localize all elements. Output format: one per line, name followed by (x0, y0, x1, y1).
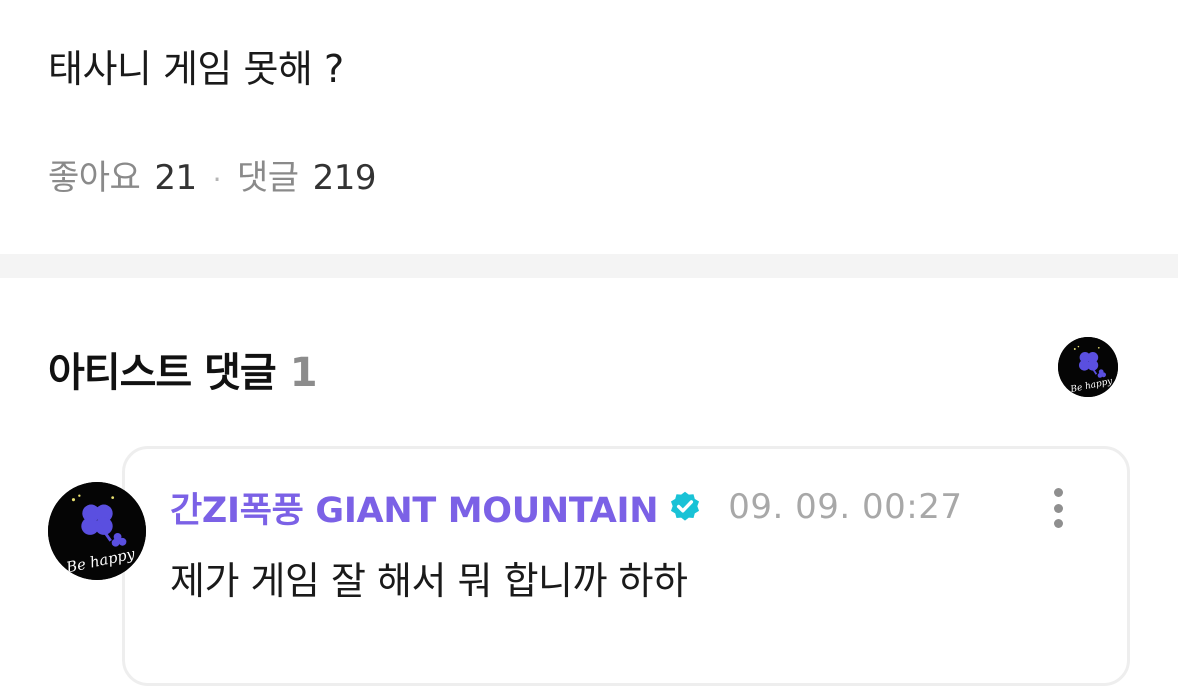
comment-date: 09. 09. 00:27 (728, 487, 963, 527)
section-divider (0, 254, 1178, 278)
artist-comments-header: 아티스트 댓글 1 (48, 340, 318, 398)
comment-text: 제가 게임 잘 해서 뭐 합니까 하하 (170, 559, 688, 603)
more-dot (1053, 503, 1063, 513)
stats-separator: · (212, 163, 222, 196)
verified-badge-icon (671, 491, 700, 521)
comments-count[interactable]: 219 (313, 158, 377, 198)
likes-label[interactable]: 좋아요 (48, 150, 141, 199)
likes-count[interactable]: 21 (154, 158, 197, 198)
artist-comments-title: 아티스트 댓글 (48, 350, 277, 396)
comment-header: 간ZI폭풍 GIANT MOUNTAIN 09. 09. 00:27 (170, 482, 963, 533)
post-text: 태사니 게임 못해 ? (48, 47, 344, 91)
author-avatar[interactable]: Be happy (48, 482, 146, 580)
post-stats: 좋아요 21 · 댓글 219 (48, 150, 376, 199)
comment-author[interactable]: 간ZI폭풍 GIANT MOUNTAIN (170, 482, 659, 533)
more-dot (1053, 519, 1063, 528)
my-avatar[interactable]: Be happy (1058, 337, 1118, 397)
artist-comments-count: 1 (289, 350, 318, 396)
comments-label[interactable]: 댓글 (237, 150, 299, 199)
more-dot (1053, 488, 1063, 497)
more-vertical-icon[interactable] (1044, 486, 1072, 530)
